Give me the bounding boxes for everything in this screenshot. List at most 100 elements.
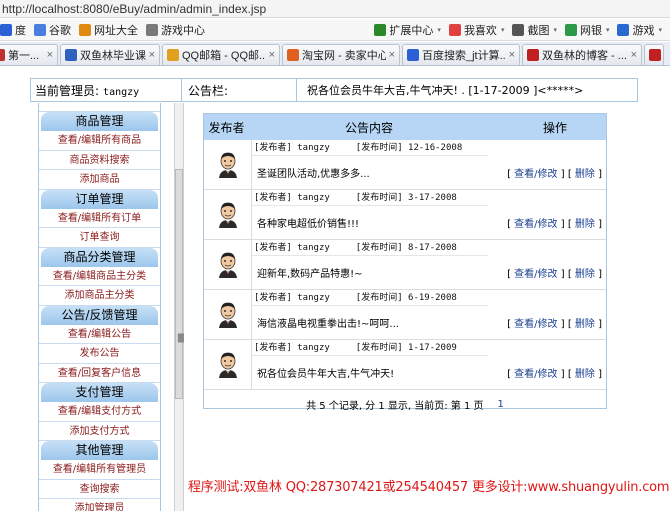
table-row: [发布者] tangzy [发布时间] 1-17-2009 祝各位会员牛年大吉,牛气…: [204, 340, 606, 390]
view-edit-link[interactable]: [ 查看/修改 ]: [507, 215, 565, 230]
operations-cell: [ 查看/修改 ] [ 删除 ]: [488, 240, 606, 289]
notice-content-cell: [发布者] tangzy [发布时间] 12-16-2008 圣诞团队活动,优惠多多…: [252, 140, 488, 189]
close-icon[interactable]: ×: [509, 49, 515, 61]
chevron-down-icon[interactable]: ▾: [501, 26, 505, 34]
notice-meta: [发布者] tangzy [发布时间] 6-19-2008: [252, 290, 488, 306]
browser-tab[interactable]: 淘宝网 - 卖家中心 ×: [282, 44, 400, 65]
bookmark-label: 截图: [527, 25, 550, 37]
bookmark-gamepad[interactable]: 游戏中心: [146, 22, 205, 38]
menu-item[interactable]: 查看/编辑所有商品: [39, 131, 160, 151]
table-row: [发布者] tangzy [发布时间] 12-16-2008 圣诞团队活动,优惠多多…: [204, 140, 606, 190]
delete-label[interactable]: 删除: [575, 219, 595, 230]
avatar: [204, 190, 252, 239]
bookmark-extension[interactable]: 扩展中心 ▾: [374, 22, 441, 38]
delete-label[interactable]: 删除: [575, 269, 595, 280]
browser-tab[interactable]: [644, 44, 664, 65]
bookmark-google[interactable]: 谷歌: [34, 22, 71, 38]
view-edit-label[interactable]: 查看/修改: [514, 169, 557, 180]
notice-text: 祝各位会员牛年大吉,牛气冲天!: [257, 369, 395, 380]
splitter-grip-icon[interactable]: ▬ ▬ ▬: [177, 331, 185, 345]
publish-time: 8-17-2008: [408, 243, 457, 253]
menu-item[interactable]: 查看/编辑公告: [39, 325, 160, 344]
view-edit-link[interactable]: [ 查看/修改 ]: [507, 365, 565, 380]
bookmark-bank[interactable]: 网银 ▾: [564, 22, 610, 38]
page-link[interactable]: 1: [498, 399, 504, 410]
menu-item[interactable]: 查询搜索: [39, 480, 160, 499]
bookmark-game[interactable]: 游戏 ▾: [617, 22, 662, 38]
menu-item[interactable]: 查看/编辑所有订单: [39, 209, 160, 228]
notice-rows: [发布者] tangzy [发布时间] 12-16-2008 圣诞团队活动,优惠多多…: [204, 140, 606, 390]
menu-section-header[interactable]: 其他管理: [41, 441, 158, 460]
bookmark-baidu[interactable]: 度: [0, 22, 26, 38]
sitenav-icon: [79, 23, 91, 36]
menu-item[interactable]: 商品资料搜索: [39, 151, 160, 170]
menu-item[interactable]: 发布公告: [39, 344, 160, 364]
menu-item[interactable]: 查看/回复客户信息: [39, 364, 160, 383]
menu-section-header[interactable]: 订单管理: [41, 189, 158, 209]
publisher-name: tangzy: [297, 293, 330, 303]
menu-section-header[interactable]: 支付管理: [41, 383, 158, 402]
close-icon[interactable]: ×: [389, 49, 395, 61]
chevron-down-icon[interactable]: ▾: [658, 26, 662, 34]
notice-text: 迎新年,数码产品特惠!~: [257, 269, 363, 280]
col-publisher: 发布者: [208, 120, 245, 135]
menu-section-header[interactable]: 商品分类管理: [41, 247, 158, 267]
delete-link[interactable]: [ 删除 ]: [568, 265, 602, 280]
tab-title: 双鱼林的博客 - ...: [542, 50, 627, 62]
menu-item[interactable]: 添加商品: [39, 170, 160, 190]
publisher-name: tangzy: [297, 193, 330, 203]
browser-tab[interactable]: 双鱼林的博客 - ... ×: [522, 44, 642, 65]
view-edit-label[interactable]: 查看/修改: [514, 369, 557, 380]
browser-tab[interactable]: QQ邮箱 - QQ邮... ×: [162, 44, 280, 65]
delete-label[interactable]: 删除: [575, 169, 595, 180]
address-bar[interactable]: http://localhost:8080/eBuy/admin/admin_i…: [0, 0, 670, 18]
menu-item[interactable]: 订单查询: [39, 228, 160, 248]
menu-item[interactable]: 查看/编辑所有管理员: [39, 460, 160, 480]
notice-meta: [发布者] tangzy [发布时间] 12-16-2008: [252, 140, 488, 156]
delete-link[interactable]: [ 删除 ]: [568, 315, 602, 330]
view-edit-label[interactable]: 查看/修改: [514, 219, 557, 230]
view-edit-link[interactable]: [ 查看/修改 ]: [507, 315, 565, 330]
browser-tab[interactable]: 第一... ×: [0, 44, 58, 65]
publisher-name: tangzy: [297, 343, 330, 353]
chevron-down-icon[interactable]: ▾: [606, 26, 610, 34]
menu-item[interactable]: 添加管理员: [39, 499, 160, 511]
bookmarks-bar: 度谷歌 网址大全 游戏中心 扩展中心 ▾ 我喜欢 ▾ 截图 ▾ 网银 ▾ 游戏 ▾: [0, 19, 670, 41]
close-icon[interactable]: ×: [149, 49, 155, 61]
delete-label[interactable]: 删除: [575, 319, 595, 330]
bookmarks-right-group: 扩展中心 ▾ 我喜欢 ▾ 截图 ▾ 网银 ▾ 游戏 ▾: [374, 19, 670, 41]
close-icon[interactable]: ×: [47, 49, 53, 61]
view-edit-link[interactable]: [ 查看/修改 ]: [507, 165, 565, 180]
bookmark-label: 网址大全: [94, 24, 138, 37]
address-text[interactable]: http://localhost:8080/eBuy/admin/admin_i…: [0, 2, 266, 16]
delete-label[interactable]: 删除: [575, 369, 595, 380]
menu-item[interactable]: 查看/编辑商品主分类: [39, 267, 160, 286]
menu-item[interactable]: 添加支付方式: [39, 422, 160, 441]
view-edit-label[interactable]: 查看/修改: [514, 319, 557, 330]
browser-tab[interactable]: 百度搜索_jt计算... ×: [402, 44, 520, 65]
view-edit-link[interactable]: [ 查看/修改 ]: [507, 265, 565, 280]
bookmark-sitenav[interactable]: 网址大全: [79, 22, 138, 38]
bookmark-scissors[interactable]: 截图 ▾: [512, 22, 557, 38]
menu-item[interactable]: 查看/编辑支付方式: [39, 402, 160, 422]
bookmark-heart[interactable]: 我喜欢 ▾: [448, 22, 505, 38]
menu-scrollbar[interactable]: [174, 103, 184, 511]
time-tag: [发布时间]: [355, 243, 403, 253]
publisher-name: tangzy: [297, 243, 330, 253]
close-icon[interactable]: ×: [631, 49, 637, 61]
table-row: [发布者] tangzy [发布时间] 3-17-2008 各种家电超低价销售!!!…: [204, 190, 606, 240]
delete-link[interactable]: [ 删除 ]: [568, 215, 602, 230]
delete-link[interactable]: [ 删除 ]: [568, 165, 602, 180]
chevron-down-icon[interactable]: ▾: [553, 26, 557, 34]
favicon-icon: [407, 49, 419, 61]
scrollbar-thumb[interactable]: [175, 169, 183, 399]
delete-link[interactable]: [ 删除 ]: [568, 365, 602, 380]
browser-tab[interactable]: 双鱼林毕业课程...×: [60, 44, 160, 65]
menu-section-header[interactable]: 公告/反馈管理: [41, 305, 158, 325]
menu-item[interactable]: 添加商品主分类: [39, 286, 160, 306]
favicon-icon: [527, 49, 539, 61]
chevron-down-icon[interactable]: ▾: [437, 26, 441, 34]
close-icon[interactable]: ×: [269, 49, 275, 61]
view-edit-label[interactable]: 查看/修改: [514, 269, 557, 280]
menu-section-header[interactable]: 商品管理: [41, 112, 158, 131]
